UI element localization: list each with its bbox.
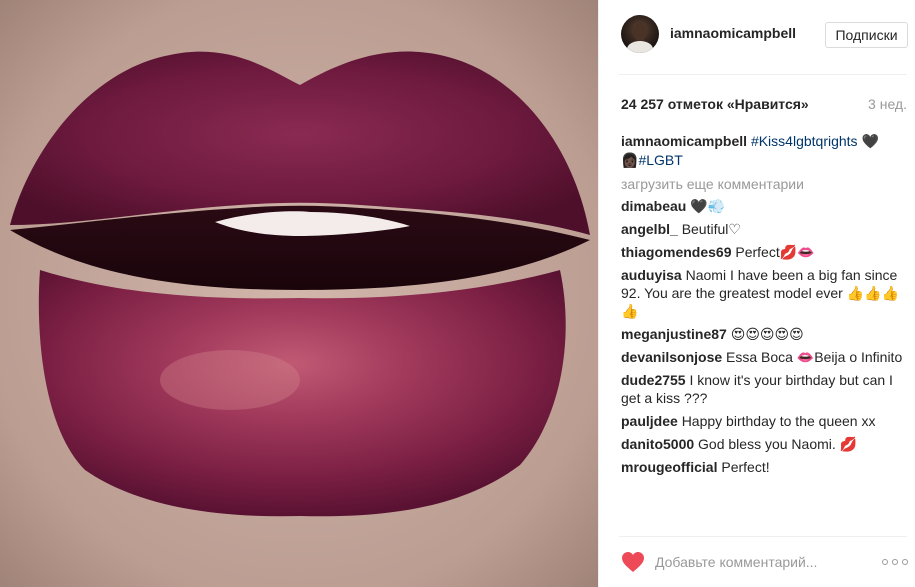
post-footer [599, 537, 915, 587]
comment-text: 😍😍😍😍😍 [730, 326, 804, 342]
header-divider [619, 74, 907, 75]
comment-text: Essa Boca 👄Beija o Infinito [726, 349, 903, 365]
comment-text: Happy birthday to the queen xx [681, 413, 876, 429]
avatar-shoulder [627, 41, 653, 53]
load-more-comments-link[interactable]: загрузить еще комментарии [621, 175, 905, 193]
comment-item: dimabeau 🖤💨 [621, 197, 905, 215]
comment-author[interactable]: dimabeau [621, 198, 686, 214]
comment-text: 🖤💨 [690, 198, 726, 214]
follow-button[interactable]: Подписки [825, 22, 908, 48]
comment-author[interactable]: danito5000 [621, 436, 694, 452]
comment-author[interactable]: pauljdee [621, 413, 678, 429]
comment-item: auduyisa Naomi I have been a big fan sin… [621, 266, 905, 320]
comment-item: meganjustine87 😍😍😍😍😍 [621, 325, 905, 343]
comment-text: God bless you Naomi. 💋 [698, 436, 858, 452]
comment-item: mrougeofficial Perfect! [621, 458, 905, 476]
heart-icon[interactable] [621, 551, 645, 573]
comment-author[interactable]: angelbl_ [621, 221, 678, 237]
comments-list: iamnaomicampbell #Kiss4lgbtqrights 🖤 👩🏿#… [621, 132, 905, 526]
comment-item: angelbl_ Beutiful♡ [621, 220, 905, 238]
comment-item: pauljdee Happy birthday to the queen xx [621, 412, 905, 430]
comment-text: Beutiful♡ [681, 221, 741, 237]
comment-item: danito5000 God bless you Naomi. 💋 [621, 435, 905, 453]
hashtag-link[interactable]: #LGBT [638, 152, 682, 168]
comment-item: devanilsonjose Essa Boca 👄Beija o Infini… [621, 348, 905, 366]
post-timestamp[interactable]: 3 нед. [868, 96, 907, 112]
comment-author[interactable]: dude2755 [621, 372, 686, 388]
lips-image [0, 0, 598, 587]
post-header: iamnaomicampbell Подписки [599, 0, 915, 74]
comment-item: dude2755 I know it's your birthday but c… [621, 371, 905, 407]
post-photo[interactable] [0, 0, 598, 587]
more-options-icon[interactable] [882, 557, 908, 567]
comment-text: Perfect! [721, 459, 770, 475]
comment-author[interactable]: devanilsonjose [621, 349, 722, 365]
comment-author[interactable]: mrougeofficial [621, 459, 717, 475]
more-dot [892, 559, 898, 565]
caption-emoji: 🖤 [861, 134, 879, 150]
likes-row: 24 257 отметок «Нравится» 3 нед. [621, 96, 911, 114]
comment-author[interactable]: meganjustine87 [621, 326, 727, 342]
avatar[interactable] [621, 15, 659, 53]
add-comment-input[interactable] [655, 549, 865, 575]
comment-text: Perfect💋👄 [735, 244, 815, 260]
likes-count[interactable]: 24 257 отметок «Нравится» [621, 96, 809, 112]
comment-item: thiagomendes69 Perfect💋👄 [621, 243, 905, 261]
caption-emoji: 👩🏿 [621, 153, 639, 169]
comment-author[interactable]: auduyisa [621, 267, 682, 283]
more-dot [902, 559, 908, 565]
caption-author[interactable]: iamnaomicampbell [621, 133, 747, 149]
comment-author[interactable]: thiagomendes69 [621, 244, 731, 260]
avatar-face [633, 23, 647, 41]
username-link[interactable]: iamnaomicampbell [670, 25, 796, 41]
more-dot [882, 559, 888, 565]
post-sidebar: iamnaomicampbell Подписки 24 257 отметок… [598, 0, 915, 587]
hashtag-link[interactable]: #Kiss4lgbtqrights [751, 133, 858, 149]
caption: iamnaomicampbell #Kiss4lgbtqrights 🖤 👩🏿#… [621, 132, 905, 170]
